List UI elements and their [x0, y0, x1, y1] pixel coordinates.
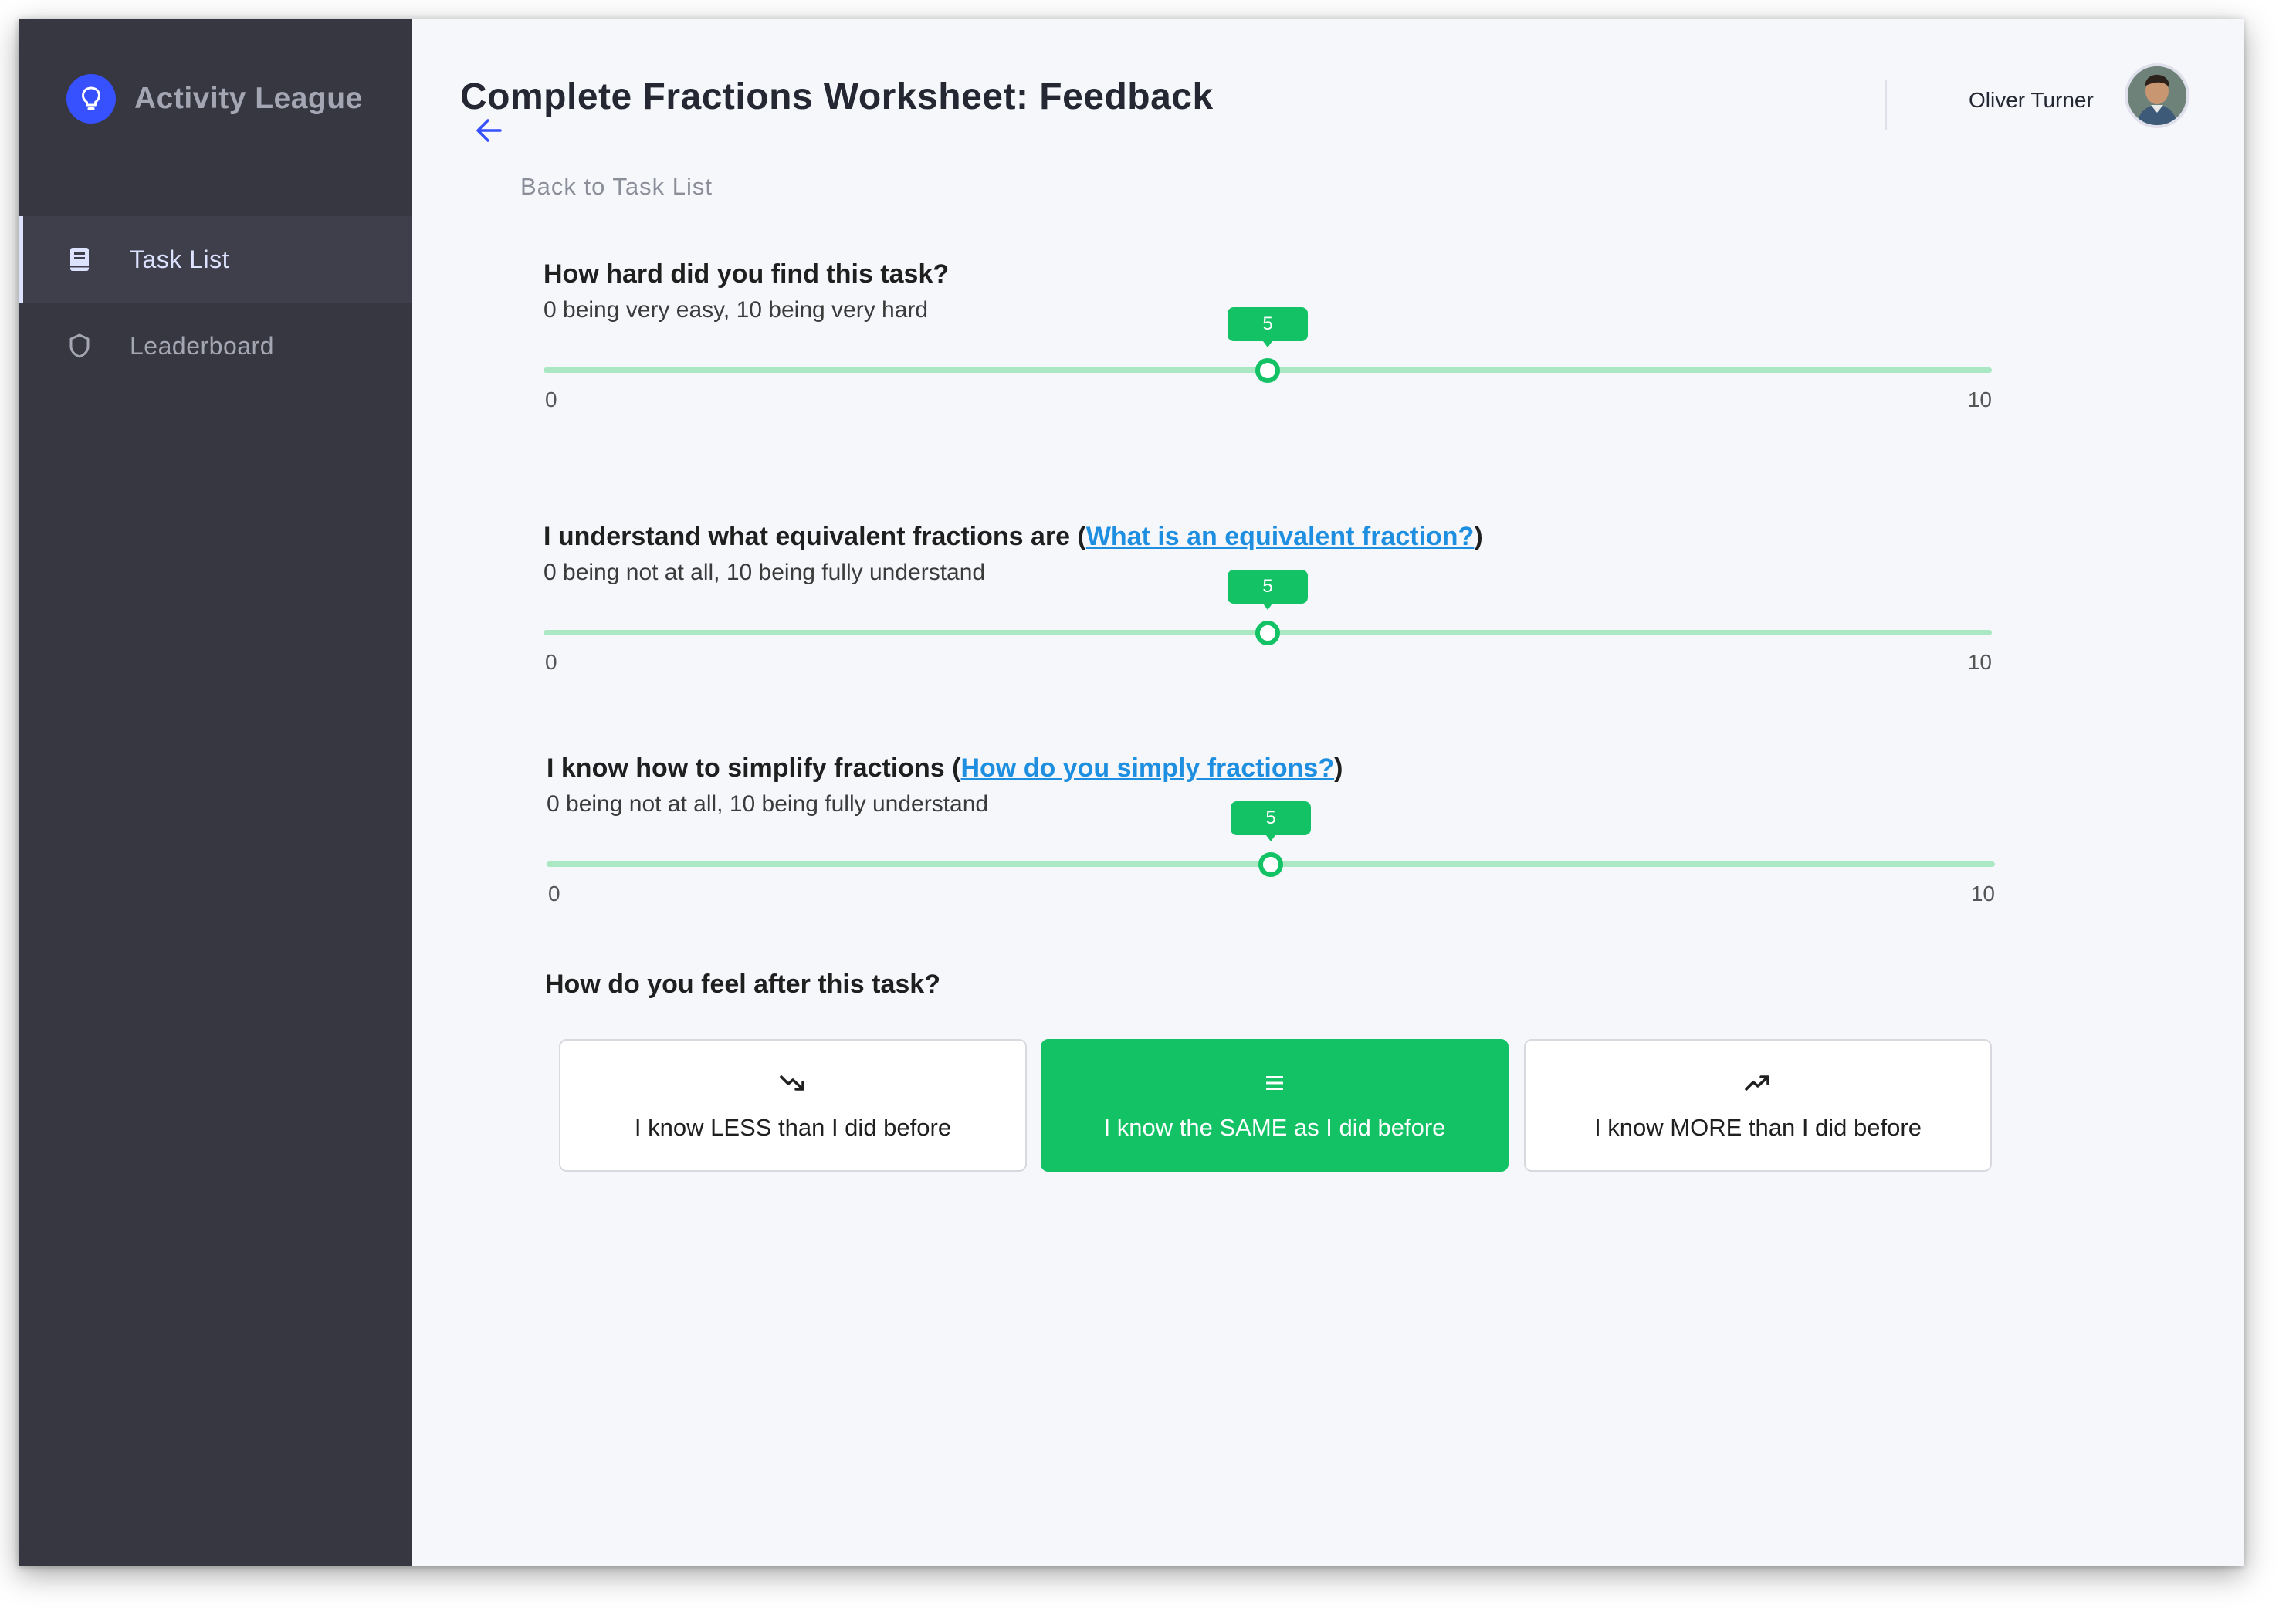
slider-thumb[interactable]: [1255, 358, 1280, 383]
shield-icon: [66, 333, 93, 359]
sidebar-item-task-list[interactable]: Task List: [19, 216, 412, 303]
slider-min-label: 0: [548, 882, 560, 905]
question-title: I know how to simplify fractions (How do…: [547, 753, 1343, 783]
back-to-task-list-link[interactable]: Back to Task List: [520, 173, 713, 201]
arrow-left-icon[interactable]: [472, 114, 505, 147]
know-more-button[interactable]: I know MORE than I did before: [1524, 1039, 1992, 1172]
lightbulb-icon: [66, 74, 116, 124]
slider-value-bubble: 5: [1228, 307, 1308, 347]
question-title: How hard did you find this task?: [544, 259, 950, 289]
slider-min-label: 0: [545, 650, 557, 674]
app-window: Activity League Task List Leaderboard Co…: [19, 19, 2244, 1566]
book-icon: [66, 246, 93, 272]
simplify-fractions-help-link[interactable]: How do you simply fractions?: [960, 753, 1334, 783]
brand[interactable]: Activity League: [66, 74, 363, 124]
simplify-fractions-slider[interactable]: 5 0 10: [547, 801, 1995, 905]
choice-label: I know the SAME as I did before: [1103, 1114, 1446, 1141]
equivalent-fraction-help-link[interactable]: What is an equivalent fraction?: [1086, 522, 1475, 551]
slider-thumb[interactable]: [1258, 852, 1283, 877]
page-title: Complete Fractions Worksheet: Feedback: [460, 76, 1214, 117]
slider-value-bubble: 5: [1231, 801, 1311, 841]
feeling-question-title: How do you feel after this task?: [545, 970, 940, 999]
choice-label: I know LESS than I did before: [634, 1114, 952, 1141]
slider-thumb[interactable]: [1255, 621, 1280, 645]
avatar[interactable]: [2125, 63, 2189, 128]
header-divider: [1885, 80, 1887, 130]
choice-label: I know MORE than I did before: [1594, 1114, 1922, 1141]
trending-up-icon: [1744, 1069, 1772, 1097]
know-same-button[interactable]: I know the SAME as I did before: [1041, 1039, 1509, 1172]
app-name: Activity League: [134, 82, 363, 115]
slider-min-label: 0: [545, 388, 557, 411]
slider-value-bubble: 5: [1228, 570, 1308, 610]
trending-down-icon: [779, 1069, 807, 1097]
sidebar-item-label: Leaderboard: [130, 331, 274, 360]
sidebar-item-label: Task List: [130, 245, 229, 273]
question-title: I understand what equivalent fractions a…: [544, 522, 1483, 551]
slider-max-label: 10: [1970, 882, 1995, 905]
user-name: Oliver Turner: [1969, 88, 2094, 112]
slider-max-label: 10: [1967, 388, 1992, 411]
difficulty-slider[interactable]: 5 0 10: [544, 307, 1992, 411]
equivalent-fractions-slider[interactable]: 5 0 10: [544, 570, 1992, 674]
sidebar: Activity League Task List Leaderboard: [19, 19, 412, 1566]
equals-icon: [1261, 1069, 1289, 1097]
know-less-button[interactable]: I know LESS than I did before: [559, 1039, 1027, 1172]
slider-max-label: 10: [1967, 650, 1992, 674]
sidebar-item-leaderboard[interactable]: Leaderboard: [19, 303, 412, 389]
